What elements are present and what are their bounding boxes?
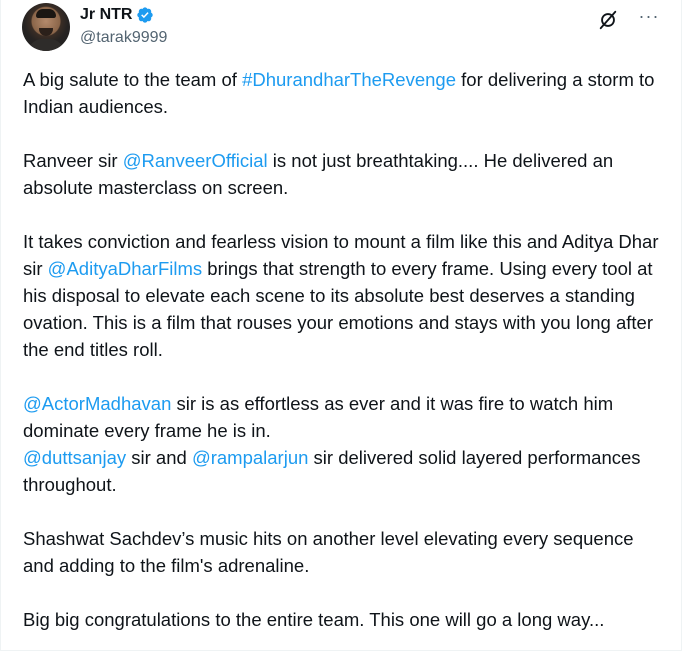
mention-link[interactable]: @AdityaDharFilms [48, 258, 202, 279]
tweet-paragraph: @ActorMadhavan sir is as effortless as e… [23, 390, 665, 444]
mention-link[interactable]: @RanveerOfficial [123, 150, 268, 171]
tweet-text-segment: Ranveer sir [23, 150, 123, 171]
mention-link[interactable]: @duttsanjay [23, 447, 126, 468]
tweet-text-segment: Big big congratulations to the entire te… [23, 609, 605, 630]
tweet-text-segment: A big salute to the team of [23, 69, 243, 90]
avatar-shirt-shape [28, 39, 64, 51]
hashtag-link[interactable]: #DhurandharTheRevenge [242, 69, 456, 90]
tweet-paragraph: It takes conviction and fearless vision … [23, 228, 665, 363]
author-handle[interactable]: @tarak9999 [80, 29, 167, 47]
avatar-beard-shape [39, 28, 53, 36]
more-icon[interactable]: ··· [637, 7, 661, 29]
tweet-text: A big salute to the team of #DhurandharT… [23, 66, 665, 633]
avatar-hair-shape [36, 9, 56, 18]
mention-link[interactable]: @ActorMadhavan [23, 393, 171, 414]
tweet-paragraph: A big salute to the team of #DhurandharT… [23, 66, 665, 120]
tweet-paragraph: @duttsanjay sir and @rampalarjun sir del… [23, 444, 665, 498]
tweet-paragraph: Big big congratulations to the entire te… [23, 606, 665, 633]
tweet-text-segment: Shashwat Sachdev’s music hits on another… [23, 528, 634, 576]
tweet-header: Jr NTR @tarak9999 ··· [22, 3, 661, 53]
tweet-paragraph: Shashwat Sachdev’s music hits on another… [23, 525, 665, 579]
tweet-paragraph: Ranveer sir @RanveerOfficial is not just… [23, 147, 665, 201]
author-avatar[interactable] [22, 3, 70, 51]
mention-link[interactable]: @rampalarjun [192, 447, 308, 468]
tweet-text-segment: sir and [126, 447, 192, 468]
grok-icon[interactable] [597, 9, 619, 31]
author-name-row: Jr NTR [80, 6, 154, 24]
author-display-name[interactable]: Jr NTR [80, 6, 132, 24]
tweet-card: Jr NTR @tarak9999 ··· A big salute to th… [0, 0, 682, 651]
verified-badge-icon [136, 6, 154, 24]
